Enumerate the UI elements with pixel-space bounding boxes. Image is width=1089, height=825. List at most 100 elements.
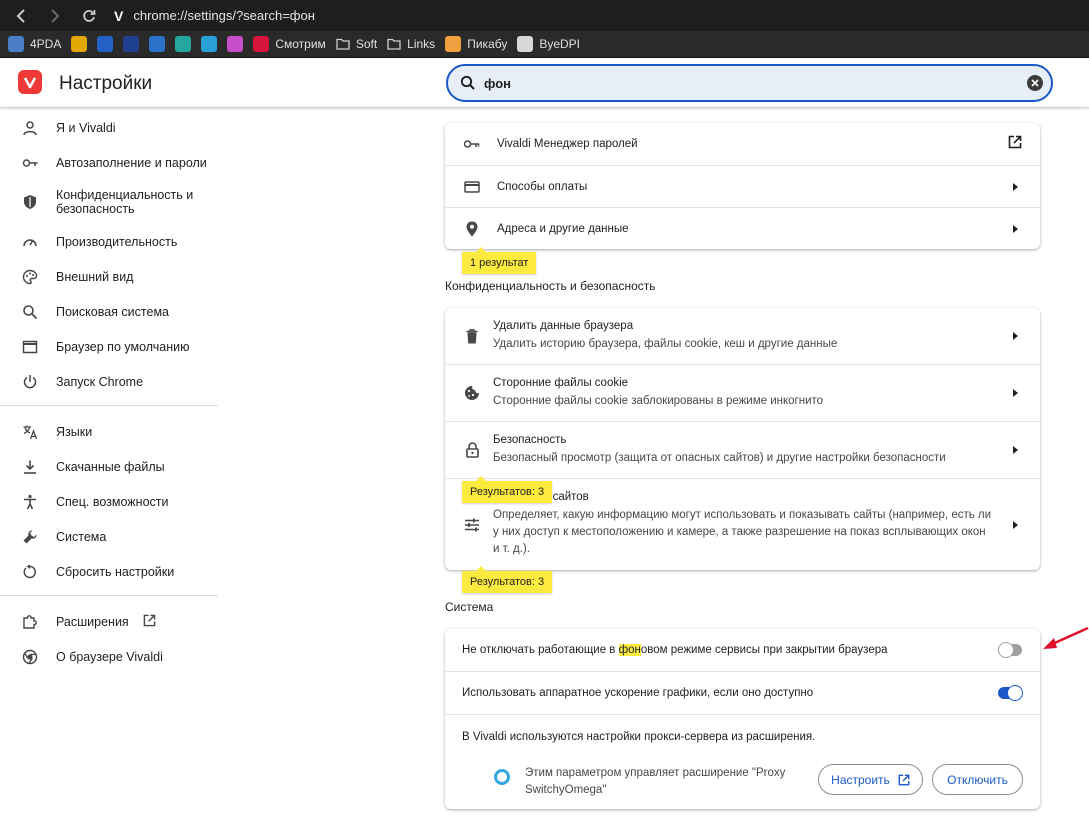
payment-methods-row[interactable]: Способы оплаты [445, 166, 1040, 208]
third-party-cookies-row[interactable]: Сторонние файлы cookie Сторонние файлы c… [445, 365, 1040, 422]
bookmark-favicon-icon [149, 36, 166, 52]
bookmark-item[interactable] [201, 36, 218, 52]
trash-icon [463, 327, 481, 345]
reset-icon [22, 564, 38, 580]
proxy-extension-text: Этим параметром управляет расширение "Pr… [525, 765, 785, 799]
credit-card-icon [463, 178, 481, 196]
location-pin-icon [463, 220, 481, 238]
open-in-new-icon [143, 614, 156, 630]
sidebar-item[interactable]: Браузер по умолчанию [0, 329, 220, 364]
address-bar[interactable]: V chrome://settings/?search=фон [114, 8, 315, 24]
sidebar-item-label: Языки [56, 424, 93, 439]
folder-icon [387, 38, 401, 50]
sidebar-item[interactable]: Запуск Chrome [0, 364, 220, 399]
annotation-arrow-icon [1043, 626, 1089, 649]
cookie-icon [463, 384, 481, 402]
sidebar-item-label: Производительность [56, 234, 178, 249]
sidebar-item-label: О браузере Vivaldi [56, 649, 163, 664]
bookmark-favicon-icon [8, 36, 24, 52]
background-apps-toggle[interactable] [998, 642, 1022, 658]
bookmark-favicon-icon [253, 36, 270, 52]
forward-button[interactable] [42, 3, 68, 29]
folder-icon [336, 38, 350, 50]
sidebar-item-label: Внешний вид [56, 269, 134, 284]
vivaldi-logo-icon [18, 70, 42, 94]
bookmark-item[interactable]: Пикабу [445, 36, 507, 52]
sidebar-item[interactable]: Расширения [0, 604, 220, 639]
sidebar-item[interactable]: Поисковая система [0, 294, 220, 329]
vivaldi-logo-icon: V [114, 7, 124, 24]
sidebar-item[interactable]: О браузере Vivaldi [0, 639, 220, 674]
hardware-acceleration-toggle[interactable] [998, 685, 1023, 701]
chevron-right-icon [1013, 332, 1018, 340]
password-manager-row[interactable]: Vivaldi Менеджер паролей [445, 123, 1040, 166]
row-label: Не отключать работающие в фоновом режиме… [462, 644, 888, 656]
text-line: SwitchyOmega" [525, 784, 607, 796]
bookmark-favicon-icon [123, 36, 140, 52]
bookmark-label: Soft [355, 37, 378, 51]
settings-header: Настройки [0, 58, 1089, 108]
sidebar-item-label: Я и Vivaldi [56, 120, 116, 135]
disable-extension-button[interactable]: Отключить [932, 764, 1023, 795]
sidebar-item[interactable]: Скачанные файлы [0, 449, 220, 484]
reload-button[interactable] [76, 3, 102, 29]
addresses-row[interactable]: Адреса и другие данные [445, 208, 1040, 249]
url-text[interactable]: chrome://settings/?search=фон [133, 8, 315, 23]
search-match-highlight: фон [618, 644, 641, 656]
security-row[interactable]: Безопасность Безопасный просмотр (защита… [445, 422, 1040, 479]
clear-data-row[interactable]: Удалить данные браузера Удалить историю … [445, 308, 1040, 365]
row-label: Безопасность [493, 433, 567, 446]
sidebar-item-label: Запуск Chrome [56, 374, 144, 389]
search-result-badge: 1 результат [462, 247, 537, 274]
person-icon [22, 120, 38, 136]
settings-search[interactable] [446, 64, 1053, 102]
bookmark-favicon-icon [97, 36, 114, 52]
bookmark-item[interactable]: Смотрим [253, 36, 326, 52]
download-icon [22, 459, 38, 475]
back-button[interactable] [8, 3, 34, 29]
sidebar-item-label: Браузер по умолчанию [56, 339, 190, 354]
sidebar-divider [0, 595, 218, 596]
clear-search-button[interactable] [1027, 75, 1043, 91]
sidebar-item[interactable]: Сбросить настройки [0, 554, 220, 589]
bookmark-label: ByeDPI [539, 37, 580, 51]
bookmark-item[interactable] [227, 36, 244, 52]
configure-button[interactable]: Настроить [818, 764, 923, 795]
sidebar-item[interactable]: Внешний вид [0, 259, 220, 294]
bookmark-item[interactable]: 4PDA [8, 36, 61, 52]
bookmark-item[interactable]: Links [387, 37, 435, 51]
background-apps-row: Не отключать работающие в фоновом режиме… [445, 629, 1040, 672]
sidebar-item[interactable]: Производительность [0, 224, 220, 259]
bookmark-item[interactable]: Soft [336, 37, 377, 51]
forward-arrow-icon [51, 8, 60, 23]
button-label: Настроить [831, 772, 890, 787]
bookmark-item[interactable] [97, 36, 114, 52]
bookmark-label: 4PDA [30, 37, 62, 51]
search-input[interactable] [484, 75, 1004, 91]
search-icon [22, 304, 38, 320]
sidebar-item[interactable]: Конфиденциальность и безопасность [0, 180, 220, 224]
sidebar-divider [0, 405, 218, 406]
sidebar-item[interactable]: Система [0, 519, 220, 554]
sidebar-item[interactable]: Я и Vivaldi [0, 110, 220, 145]
sidebar-item-label: Конфиденциальность и безопасность [56, 188, 194, 216]
proxy-row: В Vivaldi используются настройки прокси-… [445, 731, 1040, 825]
bookmark-favicon-icon [71, 36, 88, 52]
bookmark-item[interactable] [123, 36, 140, 52]
bookmark-item[interactable]: ByeDPI [517, 36, 580, 52]
puzzle-icon [22, 614, 38, 630]
bookmarks-bar: 4PDA Смотрим Soft Links Пикабу ByeDPI [0, 31, 1089, 58]
sidebar-item[interactable]: Автозаполнение и пароли [0, 145, 220, 180]
sidebar-item[interactable]: Спец. возможности [0, 484, 220, 519]
sidebar-item-label: Спец. возможности [56, 494, 169, 509]
bookmark-item[interactable] [149, 36, 166, 52]
row-description: Сторонние файлы cookie заблокированы в р… [493, 394, 824, 407]
bookmark-favicon-icon [445, 36, 462, 52]
browser-window-icon [22, 339, 38, 355]
sidebar-item[interactable]: Языки [0, 414, 220, 449]
bookmark-item[interactable] [175, 36, 192, 52]
translate-icon [22, 424, 38, 440]
page-title: Настройки [59, 73, 153, 94]
settings-sidebar: Я и Vivaldi Автозаполнение и пароли Конфид… [0, 110, 220, 674]
bookmark-item[interactable] [71, 36, 88, 52]
